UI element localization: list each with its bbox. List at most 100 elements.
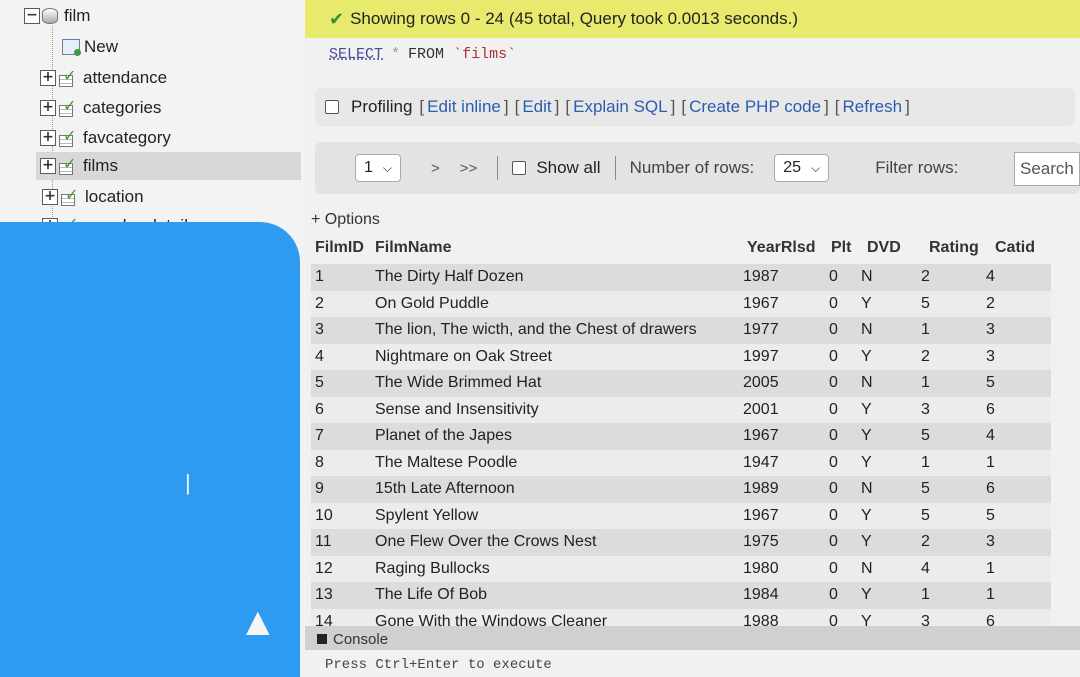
cell-plt: 0 xyxy=(829,586,838,603)
database-icon xyxy=(42,8,58,24)
sql-select-keyword[interactable]: SELECT xyxy=(329,46,383,63)
table-row[interactable]: 10 Spylent Yellow 1967 0 Y 5 5 xyxy=(311,502,1051,529)
console-bar[interactable]: Console xyxy=(305,626,1080,650)
column-header-filmname[interactable]: FilmName xyxy=(375,239,451,257)
tree-item-database[interactable]: − film xyxy=(24,2,90,30)
filter-search-input[interactable]: Search xyxy=(1014,152,1080,186)
expand-icon[interactable]: + xyxy=(40,70,56,86)
cell-dvd: N xyxy=(861,374,873,391)
rows-per-page-select[interactable]: 25 ⌵ xyxy=(774,154,830,182)
cell-filmname: Sense and Insensitivity xyxy=(375,400,539,418)
tree-item-location[interactable]: + location xyxy=(42,183,144,211)
table-row[interactable]: 1 The Dirty Half Dozen 1987 0 N 2 4 xyxy=(311,264,1051,291)
separator xyxy=(614,156,616,180)
column-header-plt[interactable]: Plt xyxy=(831,239,851,257)
cell-filmid: 5 xyxy=(315,374,324,391)
collapse-icon[interactable]: − xyxy=(24,8,40,24)
cell-catid: 3 xyxy=(986,321,995,338)
cell-yearrlsd: 1989 xyxy=(743,480,779,497)
column-header-filmid[interactable]: FilmID xyxy=(315,239,364,257)
console-prompt: Press Ctrl+Enter to execute xyxy=(325,657,552,673)
tree-item-favcategory[interactable]: + favcategory xyxy=(40,124,171,152)
table-row[interactable]: 4 Nightmare on Oak Street 1997 0 Y 2 3 xyxy=(311,343,1051,370)
expand-icon[interactable]: + xyxy=(42,189,58,205)
cell-dvd: Y xyxy=(861,453,872,471)
table-icon xyxy=(58,66,78,87)
table-row[interactable]: 13 The Life Of Bob 1984 0 Y 1 1 xyxy=(311,582,1051,609)
cell-filmname: The Dirty Half Dozen xyxy=(375,268,524,285)
column-header-yearrlsd[interactable]: YearRlsd xyxy=(747,239,815,257)
cell-filmname: Nightmare on Oak Street xyxy=(375,347,552,365)
cell-plt: 0 xyxy=(829,480,838,497)
create-php-code-link[interactable]: Create PHP code xyxy=(689,97,821,117)
cell-plt: 0 xyxy=(829,374,838,391)
search-placeholder: Search xyxy=(1020,159,1074,178)
table-row[interactable]: 3 The lion, The wicth, and the Chest of d… xyxy=(311,317,1051,344)
cell-rating: 3 xyxy=(921,400,930,418)
cell-rating: 1 xyxy=(921,453,930,471)
expand-icon[interactable]: + xyxy=(40,158,56,174)
cell-catid: 6 xyxy=(986,480,995,497)
cell-plt: 0 xyxy=(829,506,838,524)
success-message-bar: ✔ Showing rows 0 - 24 (45 total, Query t… xyxy=(305,0,1080,38)
cell-filmname: Spylent Yellow xyxy=(375,506,479,524)
new-table-icon xyxy=(62,39,81,56)
table-row[interactable]: 2 On Gold Puddle 1967 0 Y 5 2 xyxy=(311,290,1051,317)
table-row[interactable]: 8 The Maltese Poodle 1947 0 Y 1 1 xyxy=(311,449,1051,476)
cell-yearrlsd: 1967 xyxy=(743,506,779,524)
tree-item-new[interactable]: New xyxy=(62,33,118,61)
tree-item-categories[interactable]: + categories xyxy=(40,94,161,122)
table-row[interactable]: 12 Raging Bullocks 1980 0 N 4 1 xyxy=(311,555,1051,582)
profiling-checkbox[interactable] xyxy=(325,100,339,114)
cell-catid: 3 xyxy=(986,533,995,550)
cell-yearrlsd: 1967 xyxy=(743,294,779,312)
cell-filmid: 13 xyxy=(315,586,333,603)
cell-yearrlsd: 2001 xyxy=(743,400,779,418)
cell-yearrlsd: 2005 xyxy=(743,374,779,391)
last-page-button[interactable]: >> xyxy=(460,160,478,177)
table-row[interactable]: 6 Sense and Insensitivity 2001 0 Y 3 6 xyxy=(311,396,1051,423)
options-toggle[interactable]: + Options xyxy=(311,211,380,229)
table-row[interactable]: 7 Planet of the Japes 1967 0 Y 5 4 xyxy=(311,423,1051,450)
column-header-catid[interactable]: Catid xyxy=(995,239,1035,257)
table-icon xyxy=(58,96,78,117)
column-header-rating[interactable]: Rating xyxy=(929,239,979,257)
refresh-link[interactable]: Refresh xyxy=(843,97,903,117)
table-row[interactable]: 9 15th Late Afternoon 1989 0 N 5 6 xyxy=(311,476,1051,503)
table-row[interactable]: 5 The Wide Brimmed Hat 2005 0 N 1 5 xyxy=(311,370,1051,397)
edit-inline-link[interactable]: Edit inline xyxy=(427,97,501,117)
cell-rating: 5 xyxy=(921,294,930,312)
show-all-checkbox[interactable] xyxy=(512,161,527,175)
tree-item-films[interactable]: + films xyxy=(36,152,301,180)
edit-link[interactable]: Edit xyxy=(522,97,551,117)
cell-plt: 0 xyxy=(829,427,838,444)
cell-filmid: 4 xyxy=(315,347,324,365)
tree-item-label: New xyxy=(84,37,119,56)
cell-dvd: Y xyxy=(861,400,872,418)
cell-plt: 0 xyxy=(829,533,838,550)
cell-catid: 6 xyxy=(986,400,995,418)
cell-filmid: 7 xyxy=(315,427,324,444)
column-header-dvd[interactable]: DVD xyxy=(867,239,901,257)
expand-icon[interactable]: + xyxy=(40,130,56,146)
tree-item-label: attendance xyxy=(83,68,168,87)
cell-rating: 1 xyxy=(921,586,930,603)
cell-plt: 0 xyxy=(829,294,838,312)
cell-filmid: 11 xyxy=(315,533,332,550)
sql-query[interactable]: SELECT * FROM `films` xyxy=(329,46,516,63)
cell-dvd: Y xyxy=(861,506,872,524)
cell-catid: 4 xyxy=(986,268,995,285)
cell-rating: 5 xyxy=(921,480,930,497)
cell-rating: 2 xyxy=(921,533,930,550)
table-icon xyxy=(58,126,78,147)
table-row[interactable]: 11 One Flew Over the Crows Nest 1975 0 Y 2 3 xyxy=(311,529,1051,556)
cell-plt: 0 xyxy=(829,321,838,338)
page-select[interactable]: 1 ⌵ xyxy=(355,154,402,182)
cell-yearrlsd: 1967 xyxy=(743,427,779,444)
table-body: 1 The Dirty Half Dozen 1987 0 N 2 4 2 On Gold Pu… xyxy=(311,264,1051,635)
cell-plt: 0 xyxy=(829,347,838,365)
explain-sql-link[interactable]: Explain SQL xyxy=(573,97,668,117)
tree-item-attendance[interactable]: + attendance xyxy=(40,64,167,92)
expand-icon[interactable]: + xyxy=(40,100,56,116)
next-page-button[interactable]: > xyxy=(431,160,440,177)
